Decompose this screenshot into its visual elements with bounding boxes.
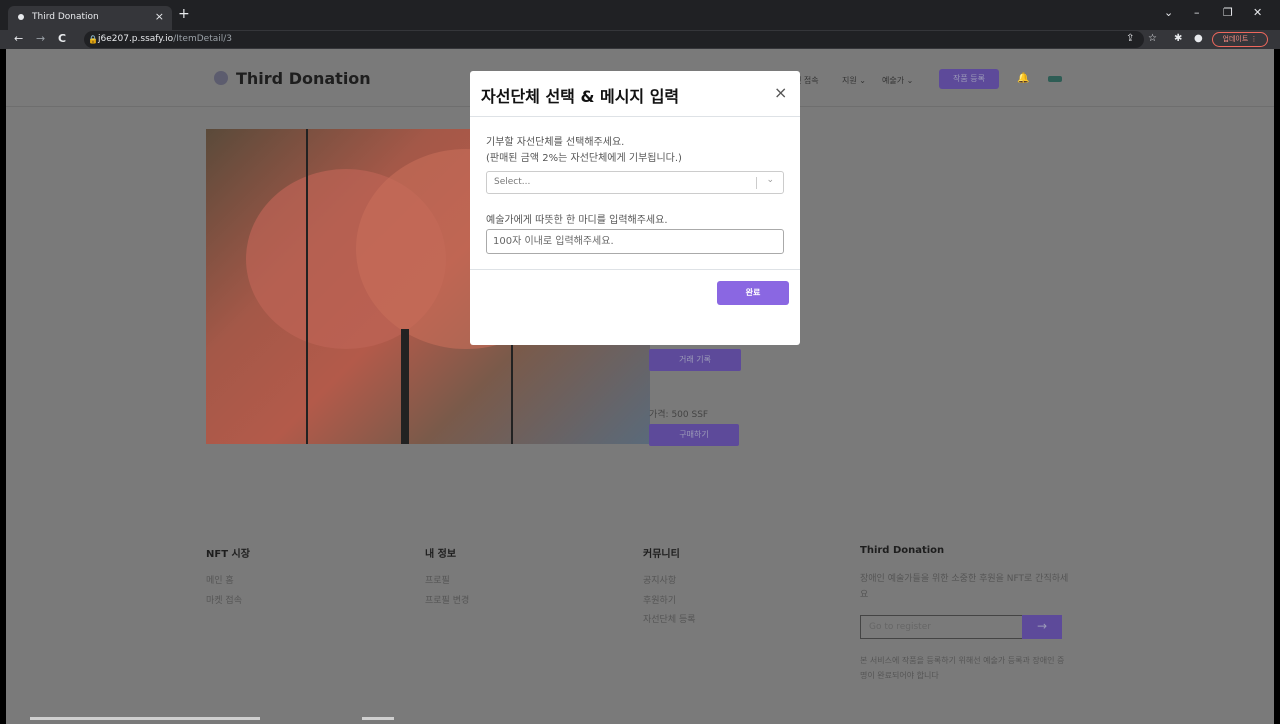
modal-title: 자선단체 선택 & 메시지 입력 (481, 87, 680, 106)
buy-button[interactable]: 구매하기 (649, 424, 739, 446)
extensions-icon[interactable]: ✱ (1174, 33, 1182, 44)
footer-link-market[interactable]: 마켓 접속 (206, 593, 242, 606)
footer-link-profile[interactable]: 프로필 (425, 573, 450, 586)
item-price: 가격: 500 SSF (649, 410, 709, 420)
footer-description: 장애인 예술가들을 위한 소중한 후원을 NFT로 간직하세요 (860, 574, 1069, 600)
tab-title: Third Donation (32, 12, 99, 22)
modal-divider (470, 116, 800, 117)
footer-link-notice[interactable]: 공지사항 (643, 573, 676, 586)
close-window-button[interactable]: ✕ (1253, 6, 1262, 19)
select-separator (756, 177, 757, 189)
minimize-button[interactable]: – (1194, 6, 1200, 19)
tab-search-icon[interactable]: ⌄ (1164, 6, 1173, 19)
register-artwork-button[interactable]: 작품 등록 (939, 69, 999, 89)
browser-tab-bar: Third Donation × + ⌄ – ❐ ✕ (0, 0, 1280, 30)
reload-button[interactable]: C (58, 32, 66, 45)
browser-tab[interactable]: Third Donation × (8, 6, 172, 30)
footer-community-title: 커뮤니티 (643, 549, 680, 560)
url-bar[interactable]: 🔒 j6e207.p.ssafy.io/ItemDetail/3 (84, 31, 1144, 48)
footer-link-donate[interactable]: 후원하기 (643, 593, 676, 606)
done-button[interactable]: 완료 (717, 281, 789, 305)
nav-support[interactable]: 지원 ⌄ (842, 75, 866, 86)
url-path: /ItemDetail/3 (173, 34, 232, 44)
horizontal-scrollbar-thumb[interactable] (362, 717, 394, 720)
nav-artist[interactable]: 예술가 ⌄ (882, 75, 913, 86)
logo-icon (214, 71, 228, 85)
profile-avatar-icon[interactable]: ● (1194, 33, 1203, 44)
horizontal-scrollbar[interactable] (30, 717, 260, 720)
modal-footer-divider (470, 269, 800, 270)
register-input[interactable]: Go to register (860, 615, 1024, 639)
update-button[interactable]: 업데이트 ⋮ (1212, 32, 1268, 47)
footer-link-charity-register[interactable]: 자선단체 등록 (643, 612, 696, 625)
footer-market-title: NFT 시장 (206, 549, 250, 560)
share-icon[interactable]: ⇪ (1126, 33, 1134, 44)
url-host: j6e207.p.ssafy.io (98, 34, 174, 44)
message-label: 예술가에게 따뜻한 한 마디를 입력해주세요. (486, 215, 668, 226)
footer-myinfo-title: 내 정보 (425, 549, 457, 560)
tab-close-icon[interactable]: × (155, 10, 164, 23)
back-button[interactable]: ← (14, 32, 23, 45)
close-icon[interactable]: × (774, 83, 787, 102)
bookmark-star-icon[interactable]: ☆ (1148, 33, 1157, 44)
tab-favicon-icon (18, 14, 24, 20)
chevron-down-icon[interactable]: ⌄ (766, 175, 774, 185)
footer-about-title: Third Donation (860, 545, 945, 556)
charity-select-placeholder: Select... (494, 177, 531, 187)
wallet-icon[interactable] (1048, 76, 1062, 82)
footer-note: 본 서비스에 작품을 등록하기 위해선 예술가 등록과 장애인 증명이 완료되어… (860, 656, 1065, 680)
message-input[interactable]: 100자 이내로 입력해주세요. (486, 229, 784, 254)
browser-toolbar: ← → C 🔒 j6e207.p.ssafy.io/ItemDetail/3 ⇪… (0, 30, 1280, 49)
footer-link-profile-edit[interactable]: 프로필 변경 (425, 593, 469, 606)
charity-select-label: 기부할 자선단체를 선택해주세요. (486, 137, 625, 148)
site-logo[interactable]: Third Donation (236, 69, 371, 88)
new-tab-button[interactable]: + (178, 6, 190, 22)
charity-select[interactable]: Select... ⌄ (486, 171, 784, 194)
charity-select-note: (판매된 금액 2%는 자선단체에게 기부됩니다.) (486, 153, 682, 164)
lock-icon: 🔒 (88, 35, 98, 44)
register-arrow-button[interactable]: → (1022, 615, 1062, 639)
restore-button[interactable]: ❐ (1223, 6, 1233, 19)
charity-select-modal: 자선단체 선택 & 메시지 입력 × 기부할 자선단체를 선택해주세요. (판매… (470, 71, 800, 345)
footer-link-main-home[interactable]: 메인 홈 (206, 573, 234, 586)
bell-icon[interactable]: 🔔 (1017, 73, 1029, 84)
trade-history-button[interactable]: 거래 기록 (649, 349, 741, 371)
forward-button[interactable]: → (36, 32, 45, 45)
